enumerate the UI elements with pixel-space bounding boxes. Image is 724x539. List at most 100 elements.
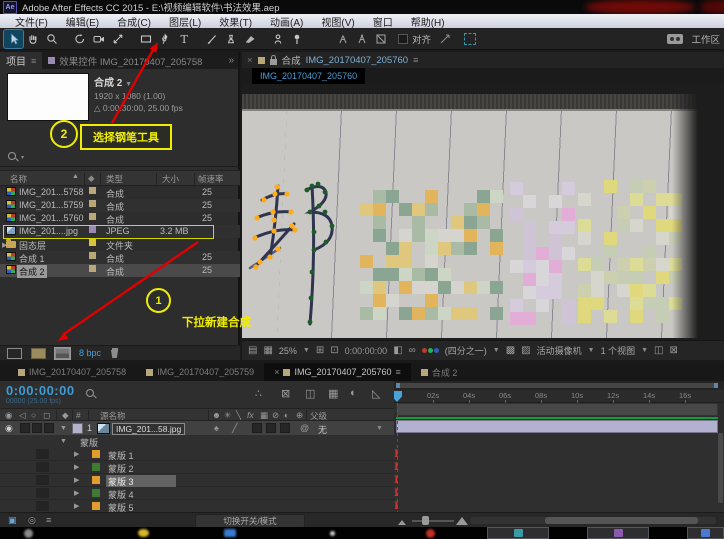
layer-label-chip[interactable] [72, 423, 83, 434]
timeline-tab[interactable]: IMG_20170407_205759 [136, 363, 264, 381]
chevron-down-icon[interactable]: ▼ [588, 347, 595, 354]
tab-effect-controls[interactable]: 效果控件 IMG_20170407_205758 [42, 54, 204, 68]
item-name[interactable]: IMG_201...5758 [19, 187, 84, 197]
chevron-down-icon[interactable]: ▼ [303, 347, 310, 354]
draft-3d-icon[interactable]: ⊠ [281, 387, 290, 400]
menu-item[interactable]: 效果(T) [210, 14, 261, 29]
eraser-tool-icon[interactable] [240, 30, 259, 48]
expand-layers-icon[interactable]: ▣ [8, 515, 17, 526]
pixel-aspect-icon[interactable]: ◫ [654, 345, 663, 356]
always-preview-icon[interactable]: ▤ [248, 345, 257, 356]
taskbar-app-icon[interactable] [224, 529, 236, 537]
twirl-down-icon[interactable]: ▼ [60, 438, 67, 445]
mask-row[interactable]: ▶ 蒙版 3 [0, 474, 394, 488]
timeline-navigator[interactable] [394, 381, 724, 390]
magnification-value[interactable]: 25% [279, 346, 297, 356]
hand-tool-icon[interactable] [23, 30, 42, 48]
align-checkbox[interactable] [398, 33, 408, 44]
roto-brush-tool-icon[interactable] [268, 30, 287, 48]
mask-visibility-icon[interactable]: ⊡ [330, 345, 338, 356]
rotation-tool-icon[interactable] [70, 30, 89, 48]
composition-canvas[interactable] [242, 84, 724, 340]
selection-tool-icon[interactable] [3, 28, 24, 49]
clone-stamp-tool-icon[interactable] [221, 30, 240, 48]
trash-icon[interactable] [110, 348, 119, 358]
label-chip[interactable] [89, 200, 96, 207]
workspace-label[interactable]: 工作区 [691, 32, 720, 46]
item-name[interactable]: 合成 2 [17, 265, 47, 278]
tab-overflow-icon[interactable]: » [228, 55, 234, 66]
label-chip[interactable] [89, 213, 96, 220]
mask-color-chip[interactable] [92, 502, 100, 510]
item-name[interactable]: IMG_201....jpg [19, 226, 78, 236]
menu-item[interactable]: 动画(A) [261, 14, 312, 29]
menu-item[interactable]: 窗口 [364, 14, 402, 29]
column-fps[interactable]: 帧速率 [198, 173, 224, 185]
viewer-comp-tab[interactable]: IMG_20170407_205760 [252, 68, 366, 84]
label-chip[interactable] [89, 226, 96, 233]
menu-item[interactable]: 文件(F) [6, 14, 57, 29]
snapshot-icon[interactable] [667, 33, 684, 44]
mask-color-chip[interactable] [92, 450, 100, 458]
column-type[interactable]: 类型 [106, 173, 123, 185]
vertical-scrollbar[interactable] [718, 433, 723, 503]
mask-row[interactable]: ▶ 蒙版 2 [0, 461, 394, 474]
comp-name[interactable]: 合成 2 ▼ [94, 74, 234, 89]
show-channel-icon[interactable] [421, 348, 439, 353]
taskbar-app-icon[interactable] [426, 529, 435, 538]
project-bit-depth[interactable]: 8 bpc [79, 348, 101, 358]
close-icon[interactable]: × [274, 367, 279, 377]
viewer-comp-name[interactable]: IMG_20170407_205760 [306, 55, 408, 66]
mask-color-chip[interactable] [92, 489, 100, 497]
resolution-value[interactable]: (四分之一) [445, 344, 487, 357]
taskbar-app-icon[interactable] [138, 529, 149, 537]
mask-keyframe-icon[interactable]: I [394, 501, 399, 512]
project-item-row[interactable]: IMG_201...5759 合成 25 [0, 199, 240, 212]
timeline-zoom-slider[interactable] [412, 520, 454, 522]
close-icon[interactable]: × [247, 55, 253, 66]
transparency-grid-icon[interactable]: ▨ [521, 345, 530, 356]
puppet-pin-tool-icon[interactable] [287, 30, 306, 48]
mask-row[interactable]: ▶ 蒙版 4 [0, 487, 394, 500]
parent-pickwhip-icon[interactable]: @ [300, 423, 309, 433]
mask-row[interactable]: ▶ 蒙版 1 [0, 448, 394, 461]
project-search[interactable]: ▾ [8, 150, 232, 164]
menu-item[interactable]: 帮助(H) [402, 14, 454, 29]
viewer-timecode[interactable]: 0:00:00:00 [345, 346, 388, 356]
taskbar-open-app[interactable] [687, 527, 724, 539]
new-composition-icon[interactable] [54, 346, 71, 360]
panel-menu-icon[interactable]: ≡ [396, 367, 401, 377]
axis-mode-world-icon[interactable] [352, 30, 371, 48]
type-tool-icon[interactable]: T [174, 30, 193, 48]
region-of-interest-icon[interactable] [464, 32, 477, 45]
item-name[interactable]: IMG_201...5760 [19, 213, 84, 223]
graph-editor-icon[interactable]: ◺ [372, 387, 380, 400]
panel-menu-icon[interactable]: ≡ [413, 55, 418, 65]
layer-duration-bar[interactable] [396, 420, 718, 433]
zoom-tool-icon[interactable] [42, 30, 61, 48]
snapshot-camera-icon[interactable]: ◧ [393, 345, 402, 356]
axis-mode-local-icon[interactable] [333, 30, 352, 48]
project-item-row[interactable]: IMG_201...5760 合成 25 [0, 212, 240, 225]
menu-item[interactable]: 图层(L) [160, 14, 210, 29]
chevron-down-icon[interactable]: ▼ [376, 425, 383, 432]
taskbar-start-icon[interactable] [24, 529, 33, 538]
quality-switch-icon[interactable]: ╱ [232, 423, 237, 434]
toggle-switches-modes-button[interactable]: 切换开关/模式 [195, 514, 305, 528]
panel-menu-icon[interactable]: ≡ [31, 56, 36, 66]
pan-behind-tool-icon[interactable] [108, 30, 127, 48]
expand-inout-icon[interactable]: ◎ [28, 515, 36, 526]
horizontal-scrollbar[interactable] [470, 517, 716, 524]
layer-visibility-icon[interactable]: ◉ [5, 423, 13, 434]
axis-mode-view-icon[interactable] [371, 30, 390, 48]
project-item-row[interactable]: IMG_201...5758 合成 25 [0, 186, 240, 199]
rectangle-mask-tool-icon[interactable] [136, 30, 155, 48]
show-snapshot-icon[interactable]: ∞ [409, 345, 416, 356]
menu-item[interactable]: 合成(C) [108, 14, 160, 29]
shared-view-icon[interactable] [435, 30, 454, 48]
choose-grid-icon[interactable]: ⊞ [316, 345, 324, 356]
camera-tool-icon[interactable] [89, 30, 108, 48]
menu-item[interactable]: 编辑(E) [57, 14, 108, 29]
interpret-footage-icon[interactable] [7, 347, 22, 359]
horizontal-scrollbar-thumb[interactable] [545, 517, 698, 524]
